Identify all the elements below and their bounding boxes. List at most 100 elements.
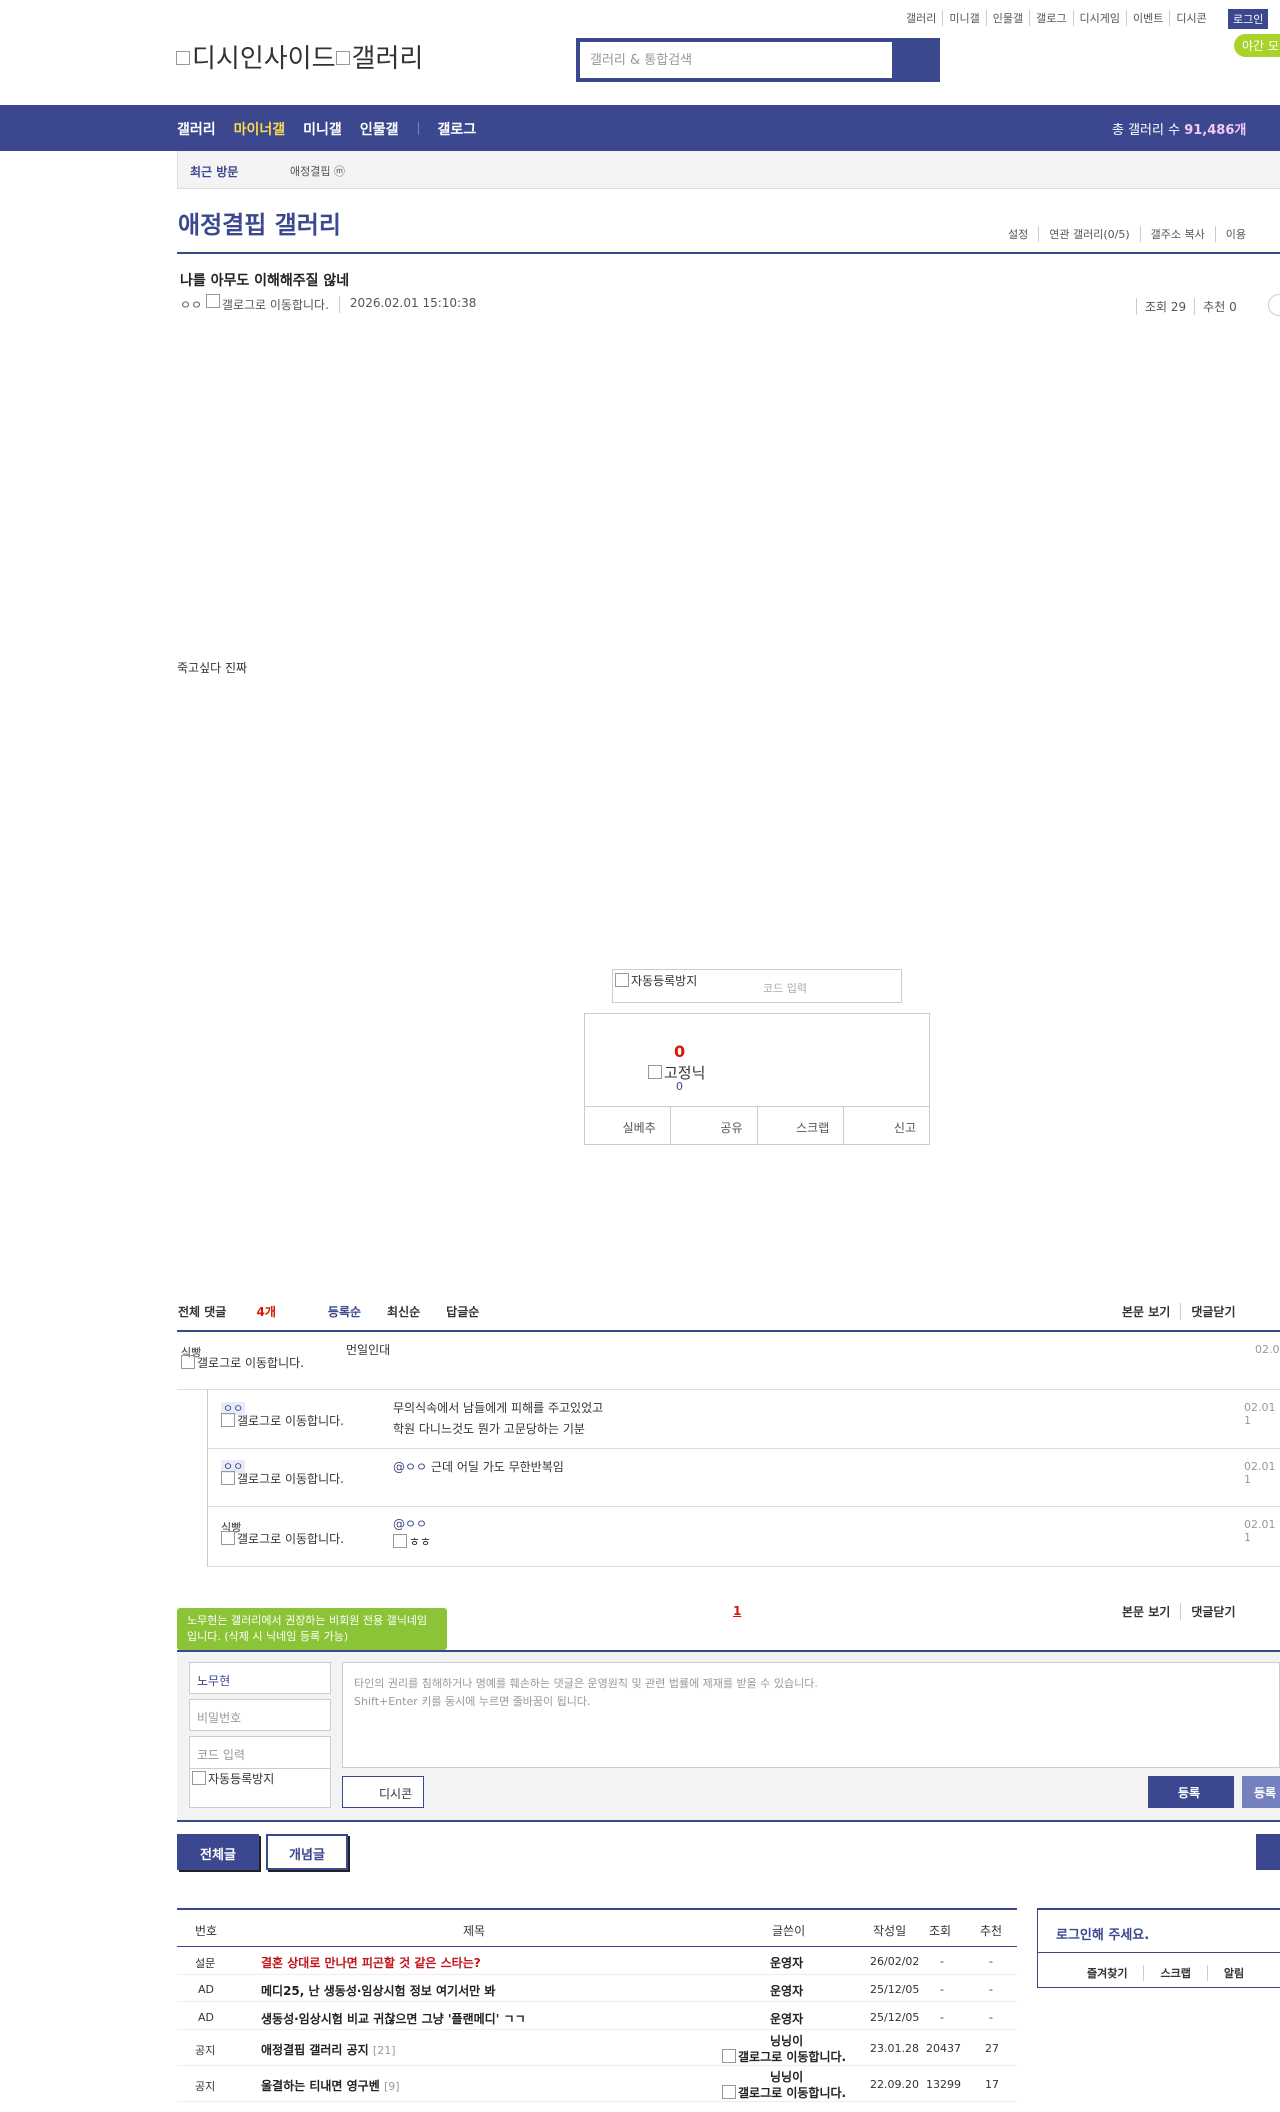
reply-gallog[interactable]: 갤로그로 이동합니다. xyxy=(221,1470,351,1487)
reply-gallog[interactable]: 갤로그로 이동합니다. xyxy=(221,1412,351,1429)
view-body-button[interactable]: 본문 보기 xyxy=(1122,1303,1180,1320)
util-link-gallog[interactable]: 갤로그 xyxy=(1029,10,1072,26)
row-writer-gallog-alt: 갤로그로 이동합니다. xyxy=(738,2050,847,2064)
comment-gallog[interactable]: 갤로그로 이동합니다. xyxy=(181,1354,311,1371)
util-link-gallery[interactable]: 갤러리 xyxy=(900,10,942,26)
row-subject[interactable]: 결혼 상대로 만나면 피곤할 것 같은 스타는? xyxy=(261,1954,481,1971)
register-recommend-button[interactable]: 등록 xyxy=(1242,1776,1280,1808)
row-subject[interactable]: 애정결핍 갤러리 공지 [21] xyxy=(261,2041,396,2058)
login-box-divider xyxy=(1037,1952,1280,1953)
share-button[interactable]: 공유 xyxy=(669,1107,757,1145)
row-writer[interactable]: 닝닝이 xyxy=(770,2068,803,2085)
nickname-field[interactable]: 노무현 xyxy=(189,1662,331,1694)
search-button[interactable] xyxy=(892,42,936,78)
code-field[interactable]: 코드 입력 xyxy=(189,1736,331,1770)
nav-minor-gallery[interactable]: 마이너갤 xyxy=(234,119,286,139)
search-input[interactable] xyxy=(580,42,892,78)
util-link-minigall[interactable]: 미니갤 xyxy=(942,10,985,26)
row-subject[interactable]: 울결하는 티내면 영구벤 [9] xyxy=(261,2077,400,2094)
reply-mention[interactable]: @ㅇㅇ xyxy=(393,1515,431,1533)
row-writer[interactable]: 운영자 xyxy=(770,2010,803,2027)
nav-person-gallery[interactable]: 인물갤 xyxy=(360,119,399,139)
sort-by-replies[interactable]: 답글순 xyxy=(446,1303,479,1320)
favorites-link[interactable]: 즐겨찾기 xyxy=(1087,1965,1143,1981)
report-button[interactable]: 신고 xyxy=(843,1107,930,1145)
silbe-button[interactable]: 실베추 xyxy=(584,1107,670,1145)
row-number: AD xyxy=(198,1983,214,1996)
login-button[interactable]: 로그인 xyxy=(1228,9,1269,29)
site-logo[interactable]: 디시인사이드 갤러리 xyxy=(176,38,423,75)
write-post-button[interactable] xyxy=(1256,1834,1280,1870)
row-number: 공지 xyxy=(195,2080,216,2093)
row-date: 22.09.20 xyxy=(870,2078,919,2091)
row-writer[interactable]: 운영자 xyxy=(770,1954,803,1971)
tab-all-posts[interactable]: 전체글 xyxy=(177,1834,259,1870)
nav-gallog[interactable]: 갤로그 xyxy=(437,119,476,139)
comment-textarea[interactable]: 타인의 권리를 침해하거나 명예를 훼손하는 댓글은 운영원칙 및 관련 법률에… xyxy=(342,1662,1280,1768)
copy-gallery-url-link[interactable]: 갤주소 복사 xyxy=(1139,226,1215,242)
gallery-settings-link[interactable]: 설정 xyxy=(1008,226,1038,242)
close-comments-button[interactable]: 댓글닫기 xyxy=(1180,1303,1245,1320)
row-writer-gallog[interactable]: 갤로그로 이동합니다. xyxy=(722,2048,846,2065)
table-row[interactable]: AD 생동성·임상시험 비교 귀찮으면 그냥 '플랜메디' ㄱㄱ 운영자 25/… xyxy=(177,2002,1017,2030)
reply-gallog[interactable]: 갤로그로 이동합니다. xyxy=(221,1530,351,1547)
register-button[interactable]: 등록 xyxy=(1148,1776,1234,1808)
util-link-dcgame[interactable]: 디시게임 xyxy=(1072,10,1126,26)
row-comment-count[interactable]: [9] xyxy=(384,2080,400,2093)
post-views: 조회 29 xyxy=(1136,298,1194,315)
broken-image-icon xyxy=(615,972,629,987)
recommend-count[interactable]: 0 xyxy=(674,1042,685,1061)
post-recommend: 추천 0 xyxy=(1194,298,1245,315)
usage-link[interactable]: 이용 xyxy=(1214,226,1256,242)
util-link-dccon[interactable]: 디시콘 xyxy=(1169,10,1212,26)
comment-total-label: 전체 댓글 xyxy=(178,1305,227,1319)
tab-concept-posts[interactable]: 개념글 xyxy=(266,1834,348,1870)
login-prompt[interactable]: 로그인해 주세요. xyxy=(1056,1924,1149,1943)
comment-page-1[interactable]: 1 xyxy=(733,1604,741,1618)
post-author-nick[interactable]: ㅇㅇ xyxy=(180,296,202,313)
reply-mention[interactable]: @ㅇㅇ xyxy=(393,1460,427,1474)
nav-mini-gallery[interactable]: 미니갤 xyxy=(303,119,342,139)
reply-dccon-alt: ㅎㅎ xyxy=(409,1535,432,1549)
nav-gallery[interactable]: 갤러리 xyxy=(177,119,216,139)
row-writer[interactable]: 운영자 xyxy=(770,1982,803,1999)
recent-visit-item[interactable]: 애정결핍 ⓜ xyxy=(290,163,345,179)
night-mode-toggle[interactable]: 야간 모 xyxy=(1234,34,1280,57)
table-row[interactable]: 공지 애정결핍 갤러리 공지 [21] 닝닝이 갤로그로 이동합니다. 23.0… xyxy=(177,2030,1017,2066)
gallery-title[interactable]: 애정결핍 갤러리 xyxy=(178,205,341,240)
col-subject: 제목 xyxy=(463,1924,486,1938)
reply-text: 무의식속에서 남들에게 피해를 주고있었고 학원 다니느것도 뭔가 고문당하는 기… xyxy=(393,1398,603,1440)
row-comment-count[interactable]: [21] xyxy=(373,2044,396,2057)
scrap-link[interactable]: 스크랩 xyxy=(1143,1965,1206,1981)
captcha-code-input[interactable]: 코드 입력 xyxy=(763,980,807,996)
broken-image-icon xyxy=(205,294,220,308)
comment-header: 전체 댓글 4개 등록순 최신순 답글순 xyxy=(178,1303,505,1320)
close-comments-button[interactable]: 댓글닫기 xyxy=(1180,1603,1245,1620)
password-field[interactable]: 비밀번호 xyxy=(189,1699,331,1731)
row-recommend: - xyxy=(989,2011,993,2024)
row-subject[interactable]: 메디25, 난 생동성·임상시험 정보 여기서만 봐 xyxy=(261,1982,495,1999)
dccon-button[interactable]: 디시콘 xyxy=(342,1776,424,1808)
table-row[interactable]: 공지 울결하는 티내면 영구벤 [9] 닝닝이 갤로그로 이동합니다. 22.0… xyxy=(177,2066,1017,2102)
row-writer[interactable]: 닝닝이 xyxy=(770,2032,803,2049)
recommend-captcha: 자동등록방지 코드 입력 xyxy=(612,969,902,1003)
col-writer: 글쓴이 xyxy=(772,1924,806,1938)
row-writer-gallog[interactable]: 갤로그로 이동합니다. xyxy=(722,2084,846,2101)
post-options-icon[interactable] xyxy=(1268,294,1280,316)
util-link-event[interactable]: 이벤트 xyxy=(1125,10,1169,26)
scrap-button[interactable]: 스크랩 xyxy=(756,1107,844,1145)
related-gallery-link[interactable]: 연관 갤러리(0/5) xyxy=(1038,226,1139,242)
view-body-button[interactable]: 본문 보기 xyxy=(1122,1603,1180,1620)
fixed-nick-label: 고정닉 xyxy=(664,1064,706,1082)
sort-by-latest[interactable]: 최신순 xyxy=(387,1303,420,1320)
row-number: AD xyxy=(198,2011,214,2024)
col-views: 조회 xyxy=(929,1924,952,1938)
util-link-persongall[interactable]: 인물갤 xyxy=(985,10,1029,26)
table-row[interactable]: 설문 결혼 상대로 만나면 피곤할 것 같은 스타는? 운영자 26/02/02… xyxy=(177,1947,1017,1975)
sort-by-registered[interactable]: 등록순 xyxy=(328,1303,361,1320)
post-gallog-alt[interactable]: 갤로그로 이동합니다. xyxy=(222,296,329,313)
broken-image-icon xyxy=(192,1770,206,1785)
row-subject[interactable]: 생동성·임상시험 비교 귀찮으면 그냥 '플랜메디' ㄱㄱ xyxy=(261,2010,526,2027)
table-row[interactable]: AD 메디25, 난 생동성·임상시험 정보 여기서만 봐 운영자 25/12/… xyxy=(177,1975,1017,2002)
alerts-link[interactable]: 알림 xyxy=(1206,1965,1260,1981)
